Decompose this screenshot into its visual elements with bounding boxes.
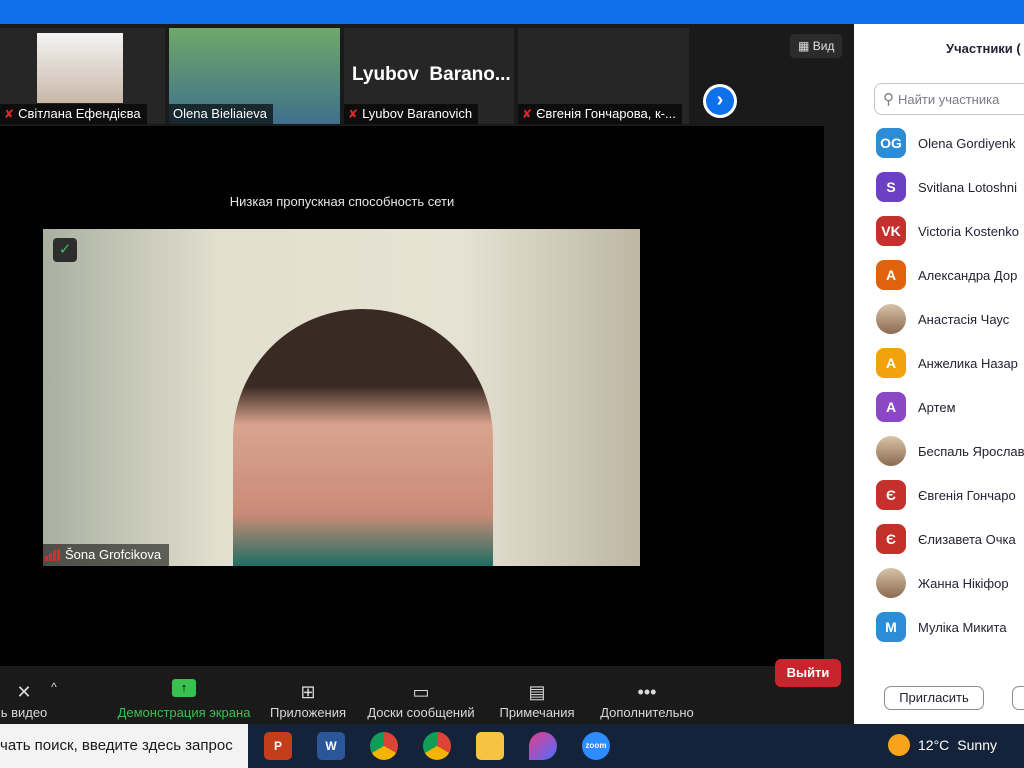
paint-icon[interactable] (529, 732, 557, 760)
word-icon[interactable]: W (317, 732, 345, 760)
participant-name: Артем (918, 399, 956, 415)
more-button[interactable]: ••• Дополнительно (596, 666, 698, 724)
speaker-name-label: Šona Grofcikova (43, 544, 170, 566)
participant-row[interactable]: А Артем (876, 385, 1024, 429)
zoom-icon[interactable]: zoom (582, 732, 610, 760)
participant-row[interactable]: S Svitlana Lotoshni (876, 165, 1024, 209)
avatar (876, 304, 906, 334)
avatar: А (876, 392, 906, 422)
thumbnail-name-label: Olena Bieliaieva (169, 104, 273, 124)
participant-row[interactable]: Є Єлизавета Очка (876, 517, 1024, 561)
windows-taskbar: чать поиск, введите здесь запрос P W zoo… (0, 724, 1024, 768)
weather-widget[interactable]: 12°C Sunny (888, 734, 997, 756)
mic-off-icon: ✘ (4, 107, 15, 121)
meeting-area: ✘ Світлана Ефендієва Olena Bieliaieva ✘ … (0, 24, 854, 724)
chrome-profile-icon[interactable] (423, 732, 451, 760)
speaker-figure (233, 309, 493, 566)
leave-button[interactable]: Выйти (775, 659, 841, 687)
participant-row[interactable]: Беспаль Ярослав (876, 429, 1024, 473)
sun-icon (888, 734, 910, 756)
participant-row[interactable]: М Муліка Микита (876, 605, 1024, 649)
view-button[interactable]: ▦ Вид (790, 34, 843, 58)
next-page-button[interactable]: › (703, 84, 737, 118)
panel-title: Участники ( (946, 41, 1021, 56)
participant-name: Євгенія Гончаро (918, 487, 1016, 503)
participant-row[interactable]: Жанна Нікіфор (876, 561, 1024, 605)
taskbar-search-input[interactable]: чать поиск, введите здесь запрос (0, 724, 248, 768)
video-options-button[interactable]: ^ (44, 666, 64, 724)
notes-button[interactable]: ▤ Примечания (496, 666, 578, 724)
thumbnail-strip: ✘ Світлана Ефендієва Olena Bieliaieva ✘ … (0, 24, 854, 126)
stop-video-button[interactable]: ✕ ь видео (0, 666, 48, 724)
participant-list: OG Olena Gordiyenk S Svitlana Lotoshni VK Vic… (876, 121, 1024, 649)
chrome-icon[interactable] (370, 732, 398, 760)
mic-off-icon: ✘ (348, 107, 359, 121)
avatar: Є (876, 524, 906, 554)
participant-row[interactable]: А Анжелика Назар (876, 341, 1024, 385)
participant-name: Беспаль Ярослав (918, 443, 1024, 459)
video-off-icon: ✕ (16, 682, 32, 702)
powerpoint-icon[interactable]: P (264, 732, 292, 760)
file-explorer-icon[interactable] (476, 732, 504, 760)
avatar: А (876, 260, 906, 290)
participant-name: Муліка Микита (918, 619, 1007, 635)
participant-name: Анжелика Назар (918, 355, 1018, 371)
signal-bars-icon (45, 549, 60, 561)
participant-name: Victoria Kostenko (918, 223, 1019, 239)
participant-name: Александра Дор (918, 267, 1018, 283)
avatar (876, 568, 906, 598)
participant-row[interactable]: А Александра Дор (876, 253, 1024, 297)
participant-row[interactable]: OG Olena Gordiyenk (876, 121, 1024, 165)
participant-video (37, 33, 123, 103)
mute-all-button[interactable] (1012, 686, 1024, 710)
avatar: OG (876, 128, 906, 158)
share-screen-icon: ↑ (172, 679, 196, 697)
participant-row[interactable]: VK Victoria Kostenko (876, 209, 1024, 253)
apps-icon: ⊞ (300, 682, 316, 702)
participant-name: Svitlana Lotoshni (918, 179, 1018, 195)
participant-search-input[interactable]: ⚲ Найти участника (874, 83, 1024, 115)
search-icon: ⚲ (883, 91, 894, 108)
thumbnail-1[interactable]: ✘ Світлана Ефендієва (0, 28, 165, 124)
chevron-up-icon: ^ (51, 680, 57, 694)
active-speaker-stage: Низкая пропускная способность сети ✓ Šon… (0, 126, 824, 666)
thumbnail-name-label: ✘ Світлана Ефендієва (0, 104, 147, 124)
speaker-video[interactable]: ✓ Šona Grofcikova (43, 229, 640, 566)
thumbnail-2[interactable]: Olena Bieliaieva (169, 28, 340, 124)
thumbnail-name-label: ✘ Євгенія Гончарова, к-... (518, 104, 682, 124)
participant-name: Olena Gordiyenk (918, 135, 1016, 151)
whiteboard-icon: ▭ (412, 682, 430, 702)
avatar: VK (876, 216, 906, 246)
meeting-toolbar: ✕ ь видео ^ ↑ Демонстрация экрана ⊞ Прил… (0, 666, 854, 724)
title-bar (0, 0, 1024, 24)
participants-panel: Участники ( ⚲ Найти участника OG Olena Go… (854, 24, 1024, 724)
shield-icon: ✓ (53, 238, 77, 262)
avatar: S (876, 172, 906, 202)
more-icon: ••• (637, 682, 657, 702)
grid-icon: ▦ (798, 39, 810, 53)
avatar (876, 436, 906, 466)
invite-button[interactable]: Пригласить (884, 686, 984, 710)
participant-row[interactable]: Є Євгенія Гончаро (876, 473, 1024, 517)
thumbnail-display-name: Lyubov Barano... (352, 64, 511, 85)
thumbnail-4[interactable]: ✘ Євгенія Гончарова, к-... (518, 28, 689, 124)
avatar: А (876, 348, 906, 378)
mic-off-icon: ✘ (522, 107, 533, 121)
participant-name: Єлизавета Очка (918, 531, 1016, 547)
avatar: М (876, 612, 906, 642)
network-warning: Низкая пропускная способность сети (229, 194, 455, 209)
share-screen-button[interactable]: ↑ Демонстрация экрана (116, 666, 252, 724)
chevron-right-icon: › (706, 87, 734, 115)
notes-icon: ▤ (528, 682, 546, 702)
apps-button[interactable]: ⊞ Приложения (266, 666, 350, 724)
participant-name: Жанна Нікіфор (918, 575, 1009, 591)
avatar: Є (876, 480, 906, 510)
whiteboards-button[interactable]: ▭ Доски сообщений (362, 666, 480, 724)
participant-name: Анастасія Чаус (918, 311, 1010, 327)
thumbnail-name-label: ✘ Lyubov Baranovich (344, 104, 479, 124)
participant-row[interactable]: Анастасія Чаус (876, 297, 1024, 341)
